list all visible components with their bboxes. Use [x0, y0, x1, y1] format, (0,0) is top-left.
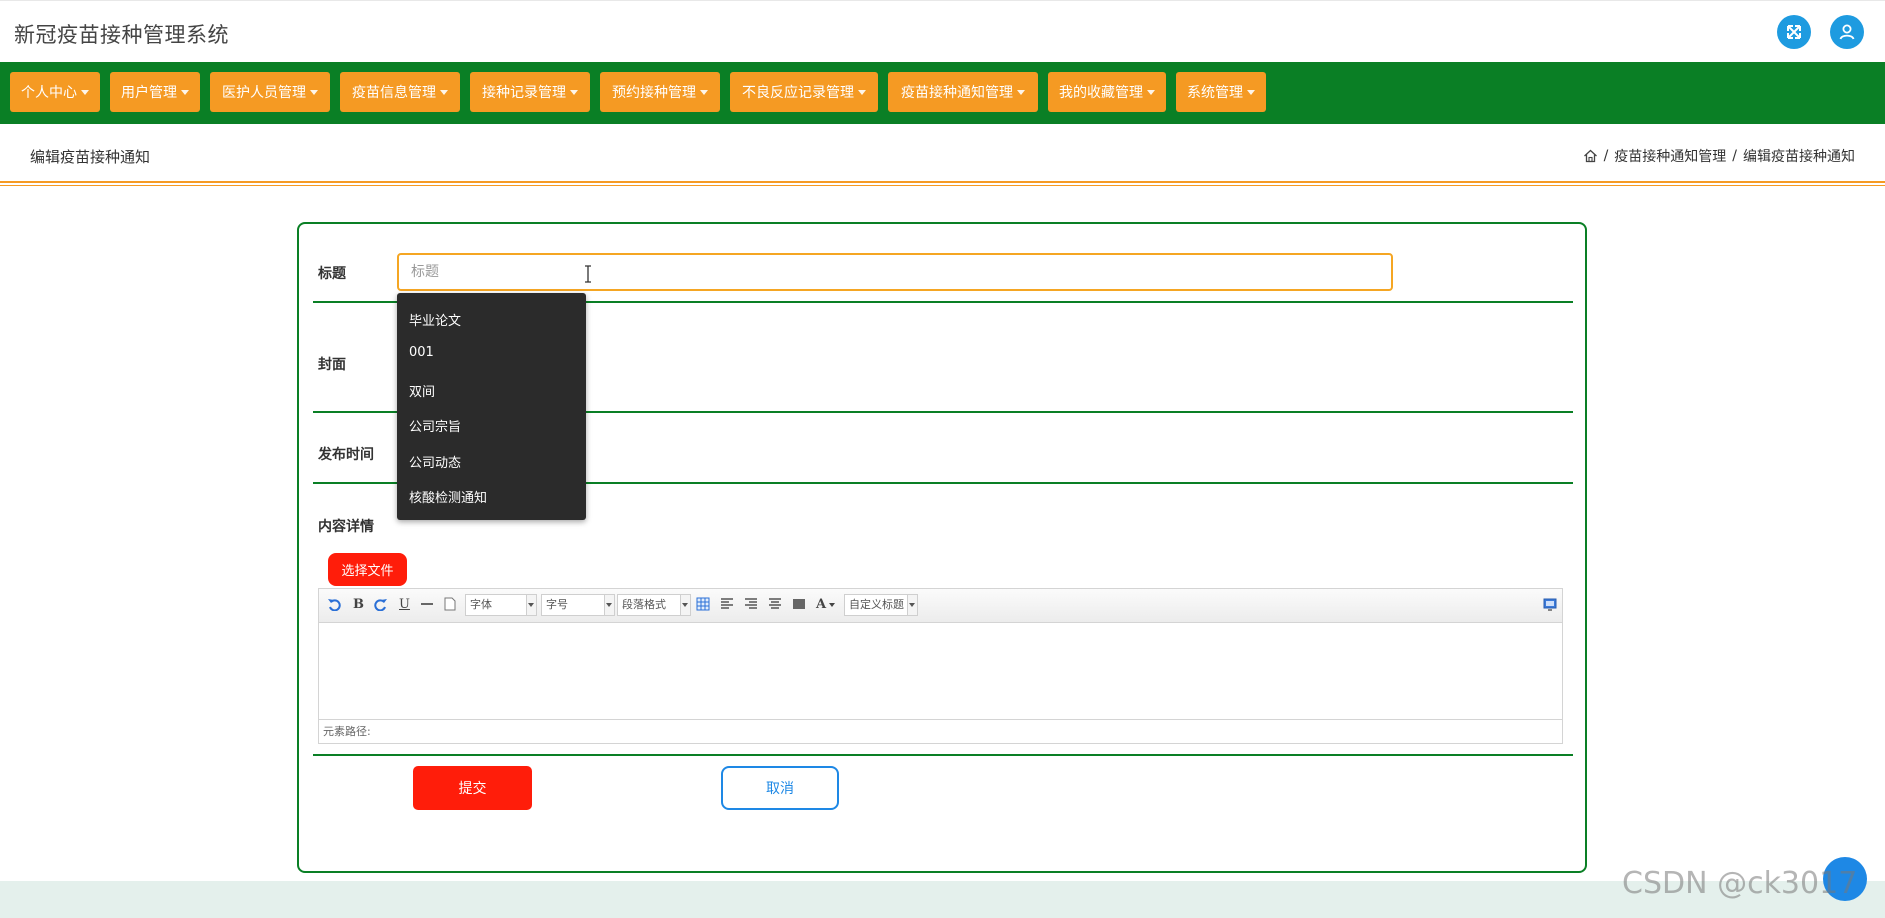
align-center-icon	[769, 598, 781, 609]
page-title: 编辑疫苗接种通知	[30, 148, 151, 166]
chevron-down-icon	[1247, 89, 1255, 95]
align-right-icon	[745, 598, 757, 609]
title-label: 标题	[318, 266, 346, 282]
table-icon	[696, 597, 710, 611]
app-title: 新冠疫苗接种管理系统	[14, 23, 229, 47]
submit-button[interactable]: 提交	[413, 766, 532, 810]
fullscreen-button[interactable]	[1777, 15, 1811, 49]
chevron-down-icon	[907, 595, 917, 615]
font-size-select[interactable]: 字号	[541, 594, 615, 616]
autocomplete-dropdown: 毕业论文 001 双间 公司宗旨 公司动态 核酸检测通知	[397, 293, 586, 520]
cancel-button[interactable]: 取消	[721, 766, 839, 810]
rich-text-editor: B U 字体 字号 段落格式 A 自定义标题 元素路径:	[318, 588, 1563, 744]
breadcrumb-separator: /	[1603, 148, 1609, 164]
chevron-down-icon	[570, 89, 578, 95]
paragraph-format-select[interactable]: 段落格式	[617, 594, 691, 616]
editor-toolbar: B U 字体 字号 段落格式 A 自定义标题	[319, 589, 1562, 623]
redo-icon	[374, 599, 387, 611]
nav-item-appointment-management[interactable]: 预约接种管理	[600, 72, 720, 112]
chevron-down-icon	[1017, 89, 1025, 95]
nav-item-user-management[interactable]: 用户管理	[110, 72, 200, 112]
content-label: 内容详情	[318, 519, 374, 535]
nav-item-vaccine-info-management[interactable]: 疫苗信息管理	[340, 72, 460, 112]
autocomplete-item[interactable]: 毕业论文	[409, 310, 461, 329]
autocomplete-item[interactable]: 001	[409, 345, 434, 360]
main-nav: 个人中心 用户管理 医护人员管理 疫苗信息管理 接种记录管理 预约接种管理 不良…	[0, 62, 1885, 124]
insert-page-button[interactable]	[444, 597, 456, 611]
nav-item-vaccination-record-management[interactable]: 接种记录管理	[470, 72, 590, 112]
bold-button[interactable]: B	[353, 597, 364, 612]
chevron-down-icon	[829, 602, 836, 607]
breadcrumb: / 疫苗接种通知管理 / 编辑疫苗接种通知	[1583, 146, 1855, 166]
breadcrumb-current: 编辑疫苗接种通知	[1743, 149, 1855, 165]
align-justify-icon	[793, 599, 805, 609]
font-color-button[interactable]: A	[816, 597, 836, 612]
user-icon	[1839, 24, 1855, 40]
divider	[0, 181, 1885, 183]
title-input[interactable]	[397, 253, 1393, 291]
autocomplete-item[interactable]: 公司宗旨	[409, 416, 461, 435]
publish-time-label: 发布时间	[318, 447, 374, 463]
insert-table-button[interactable]	[696, 597, 710, 611]
chevron-down-icon	[680, 595, 690, 615]
chevron-down-icon	[181, 89, 189, 95]
page-icon	[444, 597, 456, 611]
undo-button[interactable]	[327, 597, 341, 611]
align-right-button[interactable]	[744, 597, 758, 611]
autocomplete-item[interactable]: 核酸检测通知	[409, 487, 487, 506]
divider	[313, 754, 1573, 756]
align-left-icon	[721, 598, 733, 609]
chevron-down-icon	[526, 595, 536, 615]
autocomplete-item[interactable]: 双间	[409, 381, 435, 400]
chevron-down-icon	[440, 89, 448, 95]
align-justify-button[interactable]	[792, 597, 806, 611]
text-cursor-icon	[585, 265, 591, 283]
redo-button[interactable]	[374, 597, 388, 611]
underline-button[interactable]: U	[399, 597, 410, 612]
chevron-down-icon	[81, 89, 89, 95]
font-family-select[interactable]: 字体	[465, 594, 537, 616]
divider	[0, 185, 1885, 186]
cover-label: 封面	[318, 357, 346, 373]
nav-item-personal-center[interactable]: 个人中心	[10, 72, 100, 112]
undo-icon	[328, 599, 341, 611]
align-center-button[interactable]	[768, 597, 782, 611]
home-icon[interactable]	[1583, 149, 1598, 163]
nav-item-medical-staff-management[interactable]: 医护人员管理	[210, 72, 330, 112]
breadcrumb-vaccination-notice-management[interactable]: 疫苗接种通知管理	[1614, 146, 1726, 166]
chevron-down-icon	[858, 89, 866, 95]
user-menu-button[interactable]	[1830, 15, 1864, 49]
editor-element-path: 元素路径:	[319, 719, 1562, 743]
horizontal-rule-button[interactable]	[420, 597, 434, 611]
watermark: CSDN @ck3017	[1622, 866, 1858, 901]
nav-item-vaccination-notice-management[interactable]: 疫苗接种通知管理	[888, 72, 1038, 112]
chevron-down-icon	[310, 89, 318, 95]
horizontal-rule-icon	[421, 603, 433, 605]
editor-content-area[interactable]	[319, 623, 1562, 719]
nav-item-adverse-reaction-management[interactable]: 不良反应记录管理	[730, 72, 878, 112]
autocomplete-item[interactable]: 公司动态	[409, 452, 461, 471]
top-header: 新冠疫苗接种管理系统	[0, 0, 1885, 63]
custom-heading-select[interactable]: 自定义标题	[844, 594, 918, 616]
fullscreen-editor-button[interactable]	[1543, 597, 1557, 611]
chevron-down-icon	[604, 595, 614, 615]
align-left-button[interactable]	[720, 597, 734, 611]
monitor-icon	[1543, 598, 1557, 611]
chevron-down-icon	[1147, 89, 1155, 95]
page-header: 编辑疫苗接种通知 / 疫苗接种通知管理 / 编辑疫苗接种通知	[0, 124, 1885, 182]
breadcrumb-separator: /	[1732, 148, 1737, 164]
choose-file-button[interactable]: 选择文件	[328, 553, 407, 586]
footer-band	[0, 881, 1885, 918]
expand-arrows-icon	[1787, 25, 1801, 39]
nav-item-system-management[interactable]: 系统管理	[1176, 72, 1266, 112]
nav-item-favorites-management[interactable]: 我的收藏管理	[1048, 72, 1166, 112]
chevron-down-icon	[700, 89, 708, 95]
